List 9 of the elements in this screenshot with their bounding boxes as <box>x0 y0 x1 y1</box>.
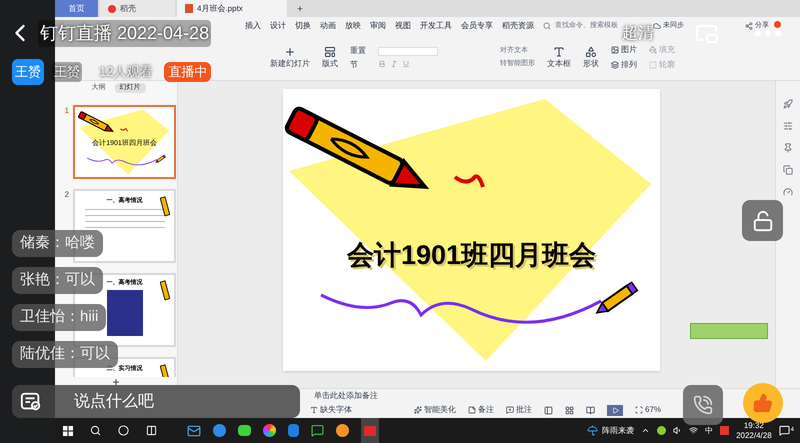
slide-number: 2 <box>64 188 69 201</box>
host-avatar: 王赟 <box>12 59 44 85</box>
slide-title: 会计1901班四月班会 <box>346 238 596 272</box>
slide-number: 1 <box>64 104 69 117</box>
live-badge: 直播中 <box>164 62 212 82</box>
viewer-count: 12人观看 <box>99 63 152 82</box>
chat-toast: 卫佳怡：hiii <box>12 304 106 331</box>
chat-toast: 储秦：哈喽 <box>12 230 103 257</box>
chat-toast: 张艳：可以 <box>12 267 103 294</box>
